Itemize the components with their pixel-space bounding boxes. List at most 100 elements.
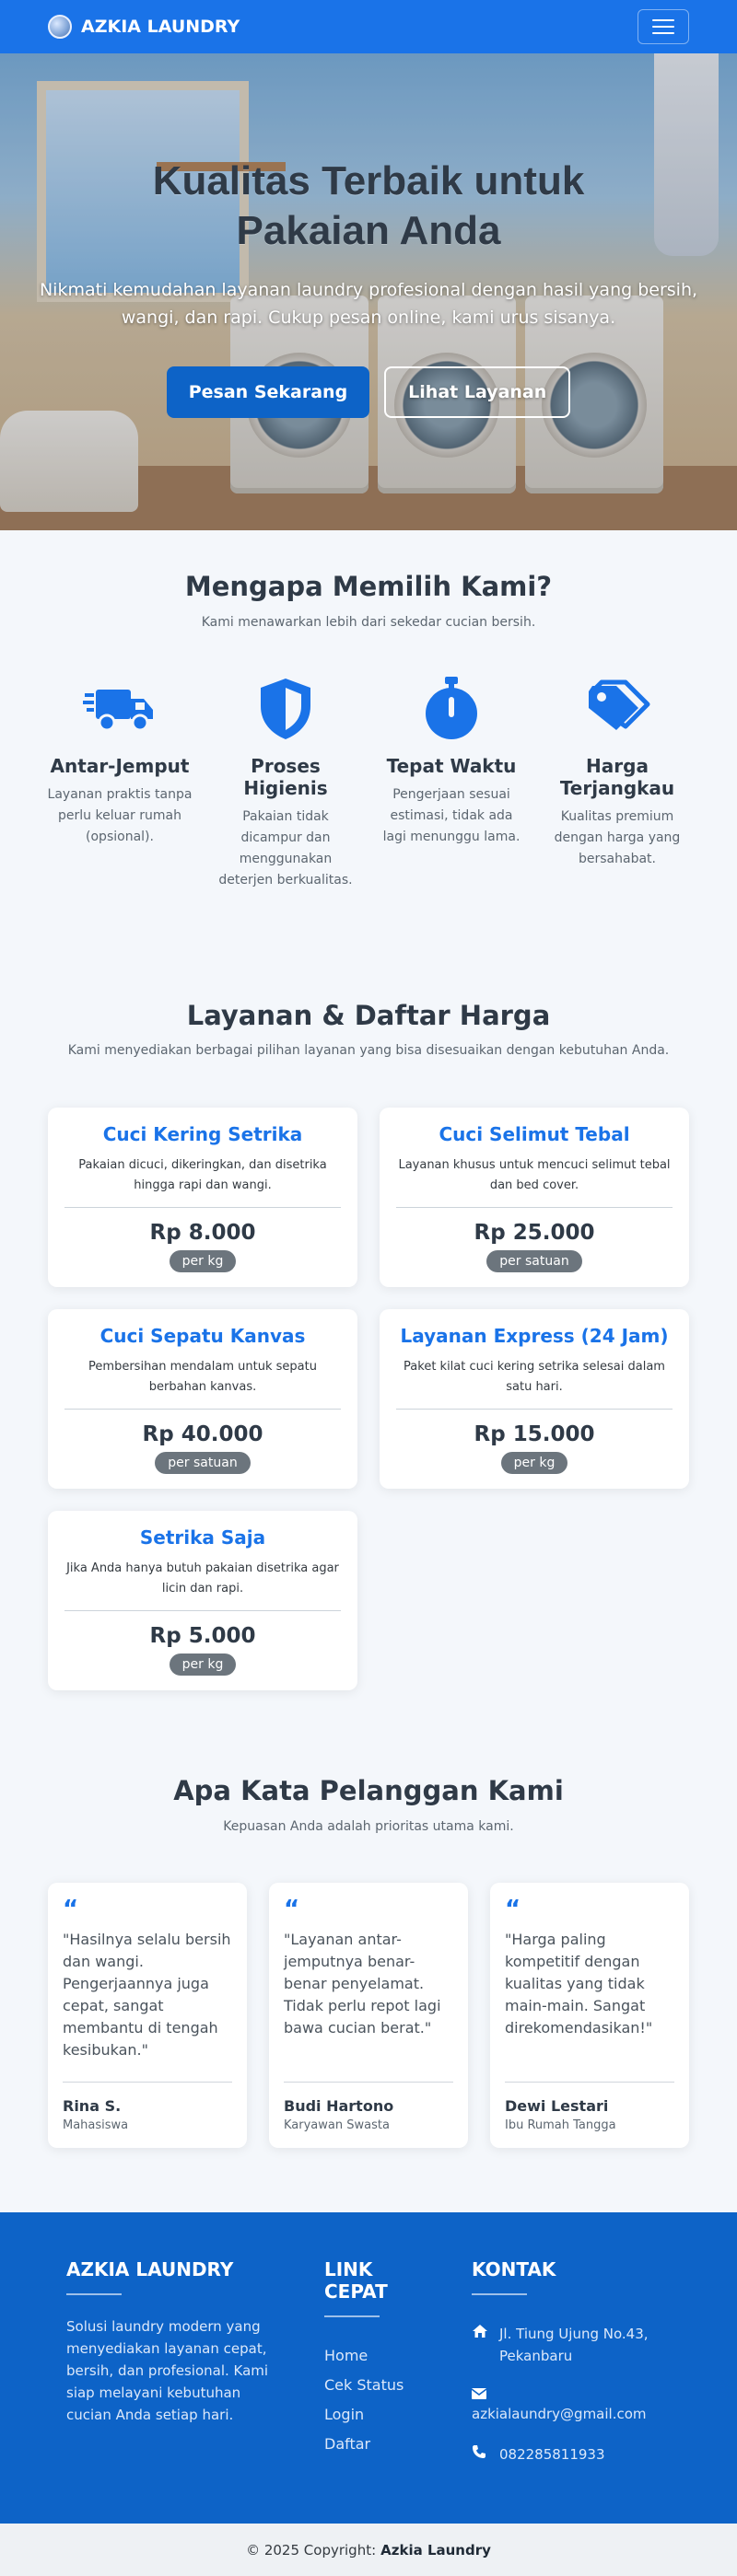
service-name: Cuci Sepatu Kanvas <box>99 1325 306 1347</box>
testimonial-card: “ "Layanan antar-jemputnya benar-benar p… <box>269 1883 468 2148</box>
footer-link-status[interactable]: Cek Status <box>324 2371 416 2400</box>
divider <box>63 2082 232 2083</box>
unit-badge: per kg <box>169 1250 237 1272</box>
phone-text: 082285811933 <box>499 2446 605 2463</box>
pricing-subtitle: Kami menyediakan berbagai pilihan layana… <box>67 1043 670 1058</box>
testimonials-title: Apa Kata Pelanggan Kami <box>173 1775 564 1806</box>
email-text: azkialaundry@gmail.com <box>472 2406 647 2422</box>
menu-toggle-button[interactable] <box>638 9 689 44</box>
envelope-icon <box>471 2385 684 2403</box>
unit-badge: per satuan <box>155 1452 251 1474</box>
footer: AZKIA LAUNDRY Solusi laundry modern yang… <box>0 2212 737 2524</box>
brand-logo <box>48 15 72 39</box>
testimonial-card: “ "Hasilnya selalu bersih dan wangi. Pen… <box>48 1883 247 2148</box>
why-title: Mengapa Memilih Kami? <box>184 571 553 602</box>
footer-link-login[interactable]: Login <box>324 2400 416 2430</box>
phone-icon <box>472 2443 488 2466</box>
truck-icon <box>83 672 157 746</box>
feature-title: Tepat Waktu <box>386 755 517 777</box>
contact-phone: 082285811933 <box>472 2443 684 2466</box>
unit-badge: per satuan <box>486 1250 582 1272</box>
divider <box>284 2082 453 2083</box>
footer-divider <box>324 2315 380 2317</box>
order-now-button[interactable]: Pesan Sekarang <box>166 366 370 418</box>
feature-price: Harga Terjangkau Kualitas premium dengan… <box>544 672 691 870</box>
service-price: Rp 5.000 <box>149 1624 256 1648</box>
pricing-title: Layanan & Daftar Harga <box>186 1000 551 1031</box>
service-desc: Pembersihan mendalam untuk sepatu berbah… <box>88 1360 317 1394</box>
feature-desc: Layanan praktis tanpa perlu keluar rumah… <box>47 787 193 844</box>
feature-desc: Pengerjaan sesuai estimasi, tidak ada la… <box>382 787 521 844</box>
testimonial-text: "Harga paling kompetitif dengan kualitas… <box>505 1931 653 2036</box>
quote-icon: “ <box>63 1896 79 1923</box>
contact-email: azkialaundry@gmail.com <box>471 2385 684 2425</box>
footer-link-home[interactable]: Home <box>324 2341 416 2371</box>
contact-list: Jl. Tiung Ujung No.43, Pekanbaru azkiala… <box>471 2323 684 2466</box>
customer-name: Rina S. <box>63 2097 122 2115</box>
divider <box>396 1409 673 1410</box>
view-services-button[interactable]: Lihat Layanan <box>384 366 571 418</box>
footer-divider <box>66 2293 122 2295</box>
feature-title: Harga Terjangkau <box>559 755 675 799</box>
hero-content: Kualitas Terbaik untuk Pakaian Anda Nikm… <box>0 157 737 418</box>
feature-hygiene: Proses Higienis Pakaian tidak dicampur d… <box>212 672 359 891</box>
home-icon <box>472 2323 488 2367</box>
testimonial-text: "Hasilnya selalu bersih dan wangi. Penge… <box>63 1931 231 2059</box>
hero-section: Kualitas Terbaik untuk Pakaian Anda Nikm… <box>0 53 737 530</box>
footer-about-text: Solusi laundry modern yang menyediakan l… <box>66 2318 269 2423</box>
service-desc: Layanan khusus untuk mencuci selimut teb… <box>398 1158 671 1192</box>
footer-contact: KONTAK Jl. Tiung Ujung No.43, Pekanbaru … <box>471 2258 684 2466</box>
contact-address: Jl. Tiung Ujung No.43, Pekanbaru <box>472 2323 684 2367</box>
brand-name: AZKIA LAUNDRY <box>81 17 240 37</box>
why-subtitle: Kami menawarkan lebih dari sekedar cucia… <box>201 615 536 630</box>
price-card[interactable]: Cuci Kering Setrika Pakaian dicuci, dike… <box>48 1108 357 1287</box>
address-text: Jl. Tiung Ujung No.43, Pekanbaru <box>499 2326 649 2364</box>
email-link[interactable]: azkialaundry@gmail.com <box>472 2403 684 2425</box>
divider <box>64 1409 341 1410</box>
footer-links-title: LINK CEPAT <box>324 2258 388 2303</box>
testimonial-card: “ "Harga paling kompetitif dengan kualit… <box>490 1883 689 2148</box>
divider <box>64 1610 341 1611</box>
service-price: Rp 15.000 <box>474 1422 595 1446</box>
brand-link[interactable]: AZKIA LAUNDRY <box>48 15 240 39</box>
divider <box>505 2082 674 2083</box>
tags-icon <box>580 672 654 746</box>
unit-badge: per kg <box>169 1654 237 1676</box>
hamburger-line <box>652 32 674 34</box>
copyright-brand[interactable]: Azkia Laundry <box>380 2542 491 2559</box>
service-price: Rp 25.000 <box>474 1221 595 1245</box>
hamburger-line <box>652 26 674 28</box>
service-price: Rp 8.000 <box>149 1221 256 1245</box>
stopwatch-icon <box>415 672 488 746</box>
divider <box>396 1207 673 1208</box>
price-card[interactable]: Setrika Saja Jika Anda hanya butuh pakai… <box>48 1511 357 1690</box>
footer-contact-title: KONTAK <box>472 2258 556 2280</box>
price-card[interactable]: Cuci Sepatu Kanvas Pembersihan mendalam … <box>48 1309 357 1489</box>
customer-role: Mahasiswa <box>63 2118 129 2132</box>
footer-brand: AZKIA LAUNDRY <box>66 2258 234 2280</box>
hero-title: Kualitas Terbaik untuk Pakaian Anda <box>152 158 585 253</box>
service-name: Cuci Kering Setrika <box>102 1123 303 1145</box>
service-name: Setrika Saja <box>139 1526 266 1549</box>
copyright-bar: © 2025 Copyright: Azkia Laundry <box>0 2524 737 2576</box>
feature-ontime: Tepat Waktu Pengerjaan sesuai estimasi, … <box>378 672 525 848</box>
feature-title: Proses Higienis <box>243 755 328 799</box>
hero-subtitle: Nikmati kemudahan layanan laundry profes… <box>39 280 698 328</box>
divider <box>64 1207 341 1208</box>
customer-name: Budi Hartono <box>284 2097 394 2115</box>
shield-icon <box>249 672 322 746</box>
unit-badge: per kg <box>500 1452 568 1474</box>
feature-desc: Kualitas premium dengan harga yang bersa… <box>554 809 681 866</box>
navbar: AZKIA LAUNDRY <box>0 0 737 53</box>
hero-buttons: Pesan Sekarang Lihat Layanan <box>0 366 737 418</box>
footer-about: AZKIA LAUNDRY Solusi laundry modern yang… <box>66 2258 269 2426</box>
price-card[interactable]: Cuci Selimut Tebal Layanan khusus untuk … <box>380 1108 689 1287</box>
footer-link-list: Home Cek Status Login Daftar <box>324 2341 416 2459</box>
feature-desc: Pakaian tidak dicampur dan menggunakan d… <box>218 809 353 888</box>
service-desc: Pakaian dicuci, dikeringkan, dan disetri… <box>78 1158 327 1192</box>
price-card[interactable]: Layanan Express (24 Jam) Paket kilat cuc… <box>380 1309 689 1489</box>
customer-role: Karyawan Swasta <box>284 2118 390 2132</box>
customer-role: Ibu Rumah Tangga <box>505 2118 616 2132</box>
footer-link-register[interactable]: Daftar <box>324 2430 416 2459</box>
service-desc: Jika Anda hanya butuh pakaian disetrika … <box>66 1561 339 1595</box>
